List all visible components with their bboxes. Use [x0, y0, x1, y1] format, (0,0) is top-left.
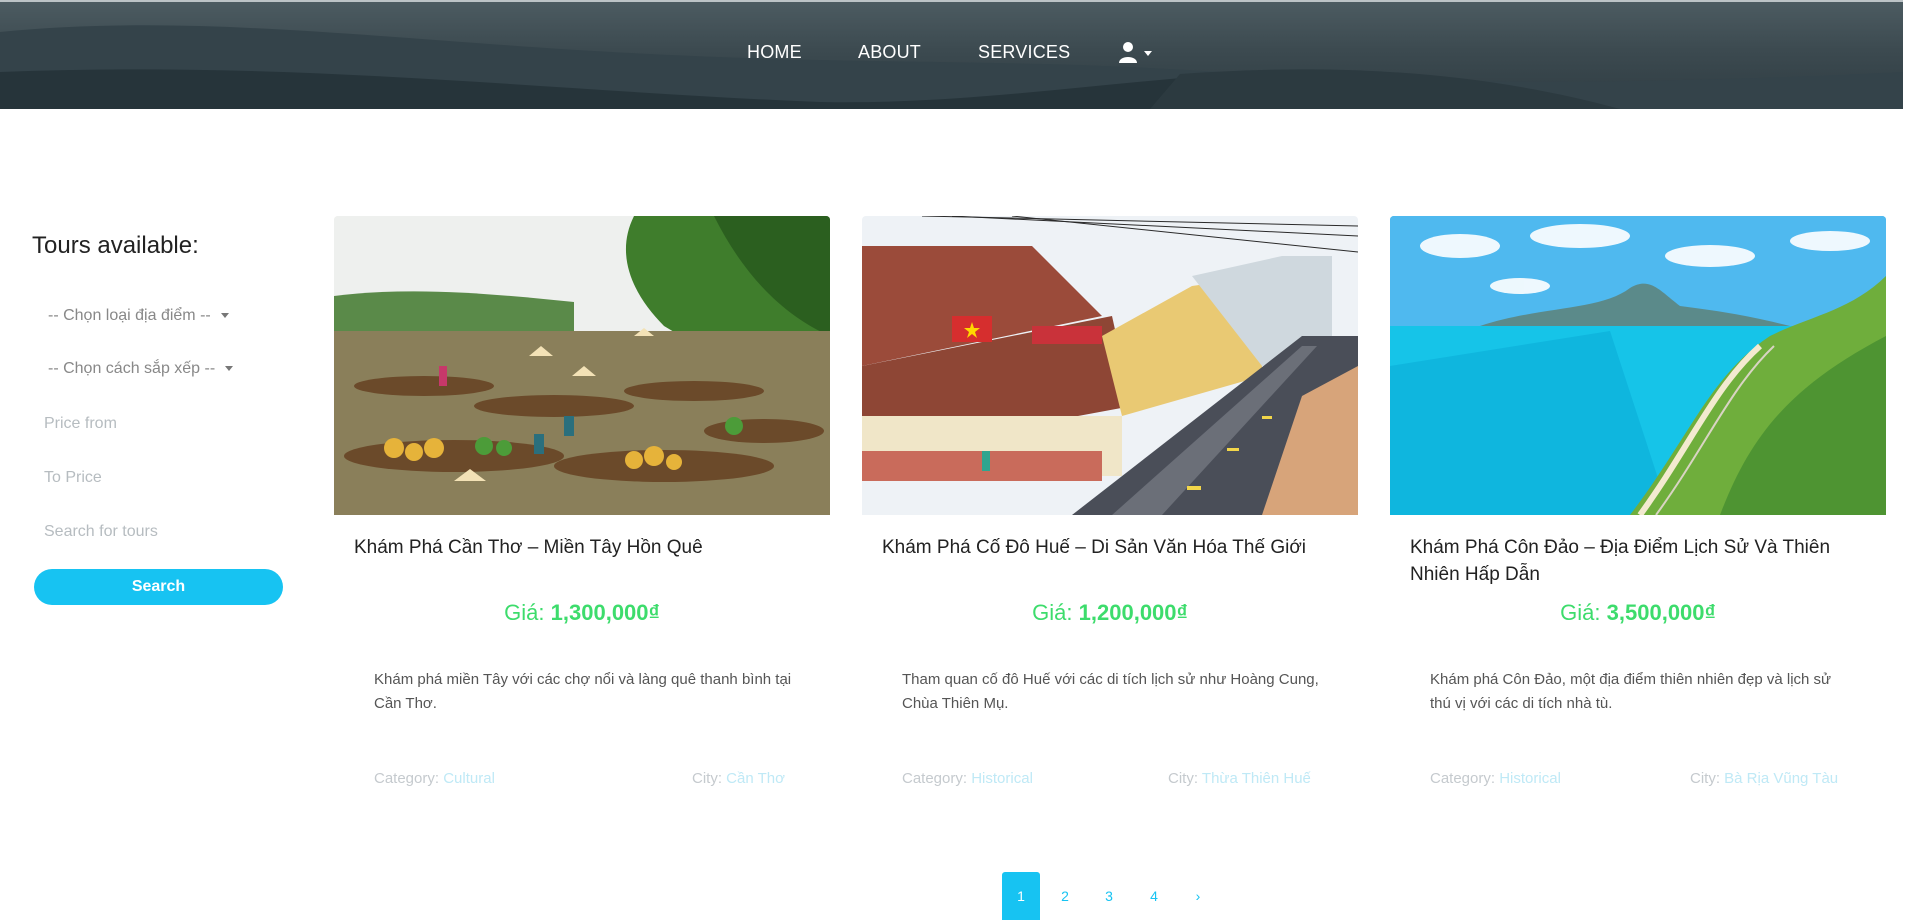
city-label: City: — [1690, 770, 1720, 787]
nav-home-link[interactable]: HOME — [747, 42, 802, 63]
nav-services-link[interactable]: SERVICES — [978, 42, 1070, 63]
city-value: Cần Thơ — [726, 770, 785, 787]
tour-category: Category: Historical — [902, 770, 1033, 787]
price-to-input[interactable] — [34, 458, 280, 498]
tour-description: Khám phá Côn Đảo, một địa điểm thiên nhi… — [1430, 671, 1832, 712]
price-from-input[interactable] — [34, 404, 280, 444]
city-value: Thừa Thiên Huế — [1201, 770, 1311, 787]
city-value: Bà Rịa Vũng Tàu — [1724, 770, 1839, 787]
tour-category: Category: Cultural — [374, 770, 495, 787]
page-1-button[interactable]: 1 — [1002, 872, 1040, 920]
chevron-down-icon — [220, 313, 229, 319]
chevron-down-icon — [225, 366, 234, 372]
price-label: Giá: — [504, 600, 545, 625]
price-label: Giá: — [1032, 600, 1073, 625]
tour-card[interactable]: Khám Phá Cố Đô Huế – Di Sản Văn Hóa Thế … — [862, 216, 1358, 787]
category-label: Category: — [374, 770, 440, 787]
user-icon — [1119, 42, 1152, 63]
category-value: Cultural — [443, 770, 495, 787]
tour-city: City: Thừa Thiên Huế — [1168, 770, 1311, 787]
tour-image[interactable] — [1390, 216, 1886, 515]
site-header: HOME ABOUT SERVICES — [0, 2, 1903, 109]
city-label: City: — [692, 770, 722, 787]
price-value: 1,200,000₫ — [1078, 600, 1188, 625]
tour-image[interactable] — [334, 216, 830, 515]
caret-down-icon — [1144, 51, 1152, 56]
price-label: Giá: — [1560, 600, 1601, 625]
scrollbar-track[interactable] — [1903, 0, 1920, 920]
tour-description: Tham quan cố đô Huế với các di tích lịch… — [902, 671, 1319, 712]
tour-title[interactable]: Khám Phá Cố Đô Huế – Di Sản Văn Hóa Thế … — [882, 534, 1342, 561]
main-nav: HOME ABOUT SERVICES — [0, 42, 1903, 66]
category-value: Historical — [1499, 770, 1561, 787]
tour-description: Khám phá miền Tây với các chợ nổi và làn… — [374, 671, 792, 712]
sidebar-title: Tours available: — [32, 232, 199, 259]
category-label: Category: — [1430, 770, 1496, 787]
tour-card[interactable]: Khám Phá Cần Thơ – Miền Tây Hồn Quê Giá:… — [334, 216, 830, 787]
nav-about-link[interactable]: ABOUT — [858, 42, 921, 63]
place-type-select[interactable]: -- Chọn loại địa điểm -- — [48, 303, 229, 329]
search-input[interactable] — [34, 512, 280, 552]
tour-price: Giá: 1,300,000₫ — [334, 600, 830, 626]
tour-price: Giá: 1,200,000₫ — [862, 600, 1358, 626]
tour-image[interactable] — [862, 216, 1358, 515]
price-value: 3,500,000₫ — [1606, 600, 1716, 625]
tour-city: City: Cần Thơ — [692, 770, 785, 787]
tour-price: Giá: 3,500,000₫ — [1390, 600, 1886, 626]
sort-select-value: -- Chọn cách sắp xếp -- — [48, 360, 216, 377]
page-2-button[interactable]: 2 — [1046, 872, 1084, 920]
city-label: City: — [1168, 770, 1198, 787]
user-menu-toggle[interactable] — [1118, 40, 1158, 66]
tour-title[interactable]: Khám Phá Côn Đảo – Địa Điểm Lịch Sử Và T… — [1410, 534, 1870, 588]
category-label: Category: — [902, 770, 968, 787]
hue-street-image — [862, 216, 1358, 515]
floating-market-image — [334, 216, 830, 515]
search-button[interactable]: Search — [34, 569, 283, 605]
next-page-button[interactable]: › — [1179, 872, 1217, 920]
con-dao-coast-image — [1390, 216, 1886, 515]
place-type-select-value: -- Chọn loại địa điểm -- — [48, 307, 211, 324]
tour-city: City: Bà Rịa Vũng Tàu — [1690, 770, 1838, 787]
price-value: 1,300,000₫ — [550, 600, 660, 625]
sort-select[interactable]: -- Chọn cách sắp xếp -- — [48, 356, 234, 382]
page-3-button[interactable]: 3 — [1090, 872, 1128, 920]
tour-title[interactable]: Khám Phá Cần Thơ – Miền Tây Hồn Quê — [354, 534, 814, 561]
tour-card[interactable]: Khám Phá Côn Đảo – Địa Điểm Lịch Sử Và T… — [1390, 216, 1886, 787]
category-value: Historical — [971, 770, 1033, 787]
tour-category: Category: Historical — [1430, 770, 1561, 787]
page-4-button[interactable]: 4 — [1135, 872, 1173, 920]
